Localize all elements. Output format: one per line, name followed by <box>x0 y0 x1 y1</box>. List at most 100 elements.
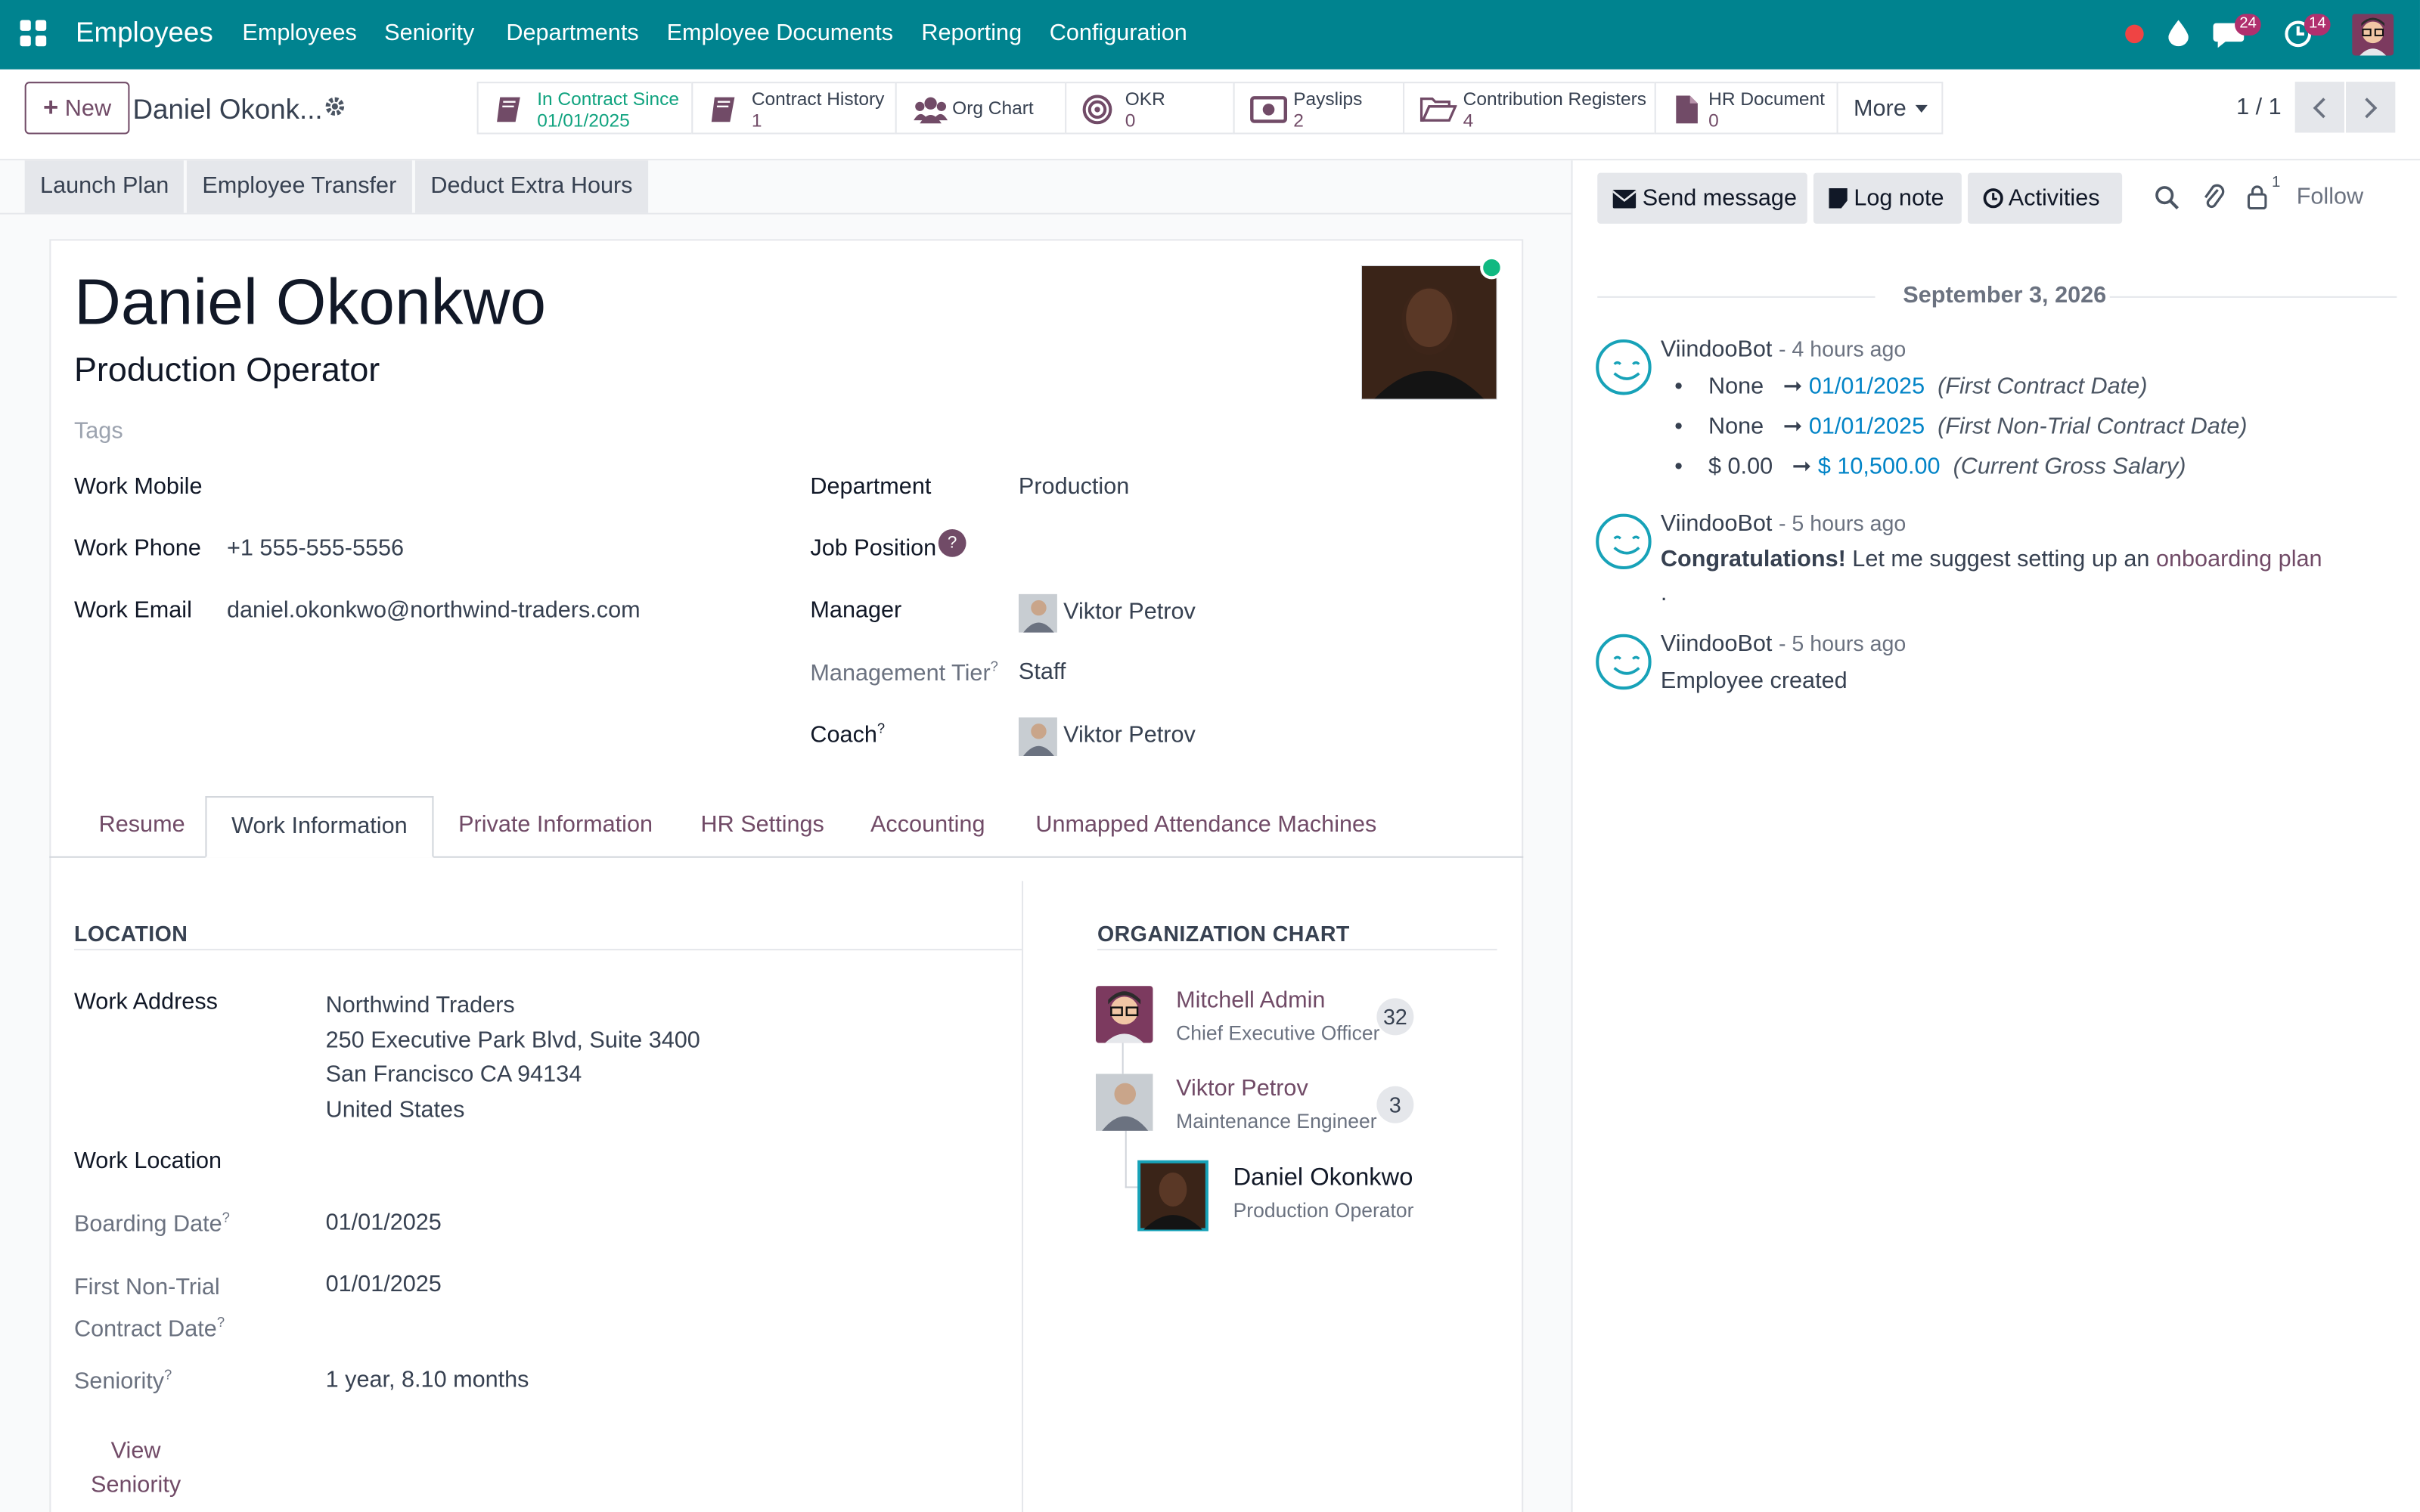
in-contract-value: 01/01/2025 <box>537 109 630 132</box>
menu-employee-documents[interactable]: Employee Documents <box>667 20 893 47</box>
bot-avatar-icon[interactable] <box>1596 339 1652 395</box>
activities-button[interactable]: Activities <box>1968 172 2123 224</box>
first-nontrial-label-line-2: Contract Date <box>73 1315 217 1343</box>
org-chart-section-title: ORGANIZATION CHART <box>1097 921 1350 947</box>
help-icon[interactable]: ? <box>938 528 966 557</box>
coach-value[interactable]: Viktor Petrov <box>1063 722 1196 748</box>
boarding-date-help[interactable]: ? <box>222 1210 230 1225</box>
org-person-name[interactable]: Viktor Petrov <box>1176 1075 1308 1101</box>
message-header: ViindooBot - 5 hours ago <box>1661 631 1906 658</box>
onboarding-plan-link[interactable]: onboarding plan <box>2156 546 2322 572</box>
stat-button-contract-history[interactable]: Contract History 1 <box>691 82 897 135</box>
subordinates-count-badge[interactable]: 32 <box>1376 998 1414 1036</box>
tab-hr-settings[interactable]: HR Settings <box>676 796 849 858</box>
changed-field: (Current Gross Salary) <box>1953 453 2186 480</box>
pager-previous-button[interactable] <box>2294 82 2344 133</box>
first-nontrial-value[interactable]: 01/01/2025 <box>326 1272 442 1298</box>
first-nontrial-label-line-1: First Non-Trial <box>73 1274 220 1301</box>
message-author[interactable]: ViindooBot <box>1661 631 1773 658</box>
department-value[interactable]: Production <box>1019 474 1129 500</box>
money-icon <box>1250 96 1288 123</box>
bot-avatar-icon[interactable] <box>1596 634 1652 690</box>
first-nontrial-label: First Non-Trial Contract Date? <box>74 1272 225 1347</box>
viktor-petrov-avatar[interactable] <box>1095 1074 1153 1131</box>
work-email-label: Work Email <box>73 596 192 624</box>
new-value: $ 10,500.00 <box>1817 453 1941 480</box>
send-message-button[interactable]: Send message <box>1597 172 1807 224</box>
envelope-icon <box>1612 190 1637 209</box>
boarding-date-value[interactable]: 01/01/2025 <box>326 1210 442 1236</box>
message-tail: . <box>1660 580 1668 607</box>
coach-help[interactable]: ? <box>877 720 885 736</box>
stat-button-org-chart[interactable]: Org Chart <box>895 82 1067 135</box>
menu-departments[interactable]: Departments <box>506 20 638 47</box>
menu-reporting[interactable]: Reporting <box>921 20 1022 47</box>
changed-field: (First Non-Trial Contract Date) <box>1938 413 2248 440</box>
more-dropdown[interactable]: More <box>1836 82 1944 135</box>
org-connector <box>1122 1043 1124 1074</box>
tags-input[interactable]: Tags <box>74 418 123 445</box>
manager-value[interactable]: Viktor Petrov <box>1063 599 1196 625</box>
org-person-name[interactable]: Mitchell Admin <box>1176 987 1325 1014</box>
work-phone-value[interactable]: +1 555-555-5556 <box>227 535 404 562</box>
apps-grid-icon[interactable] <box>20 20 48 48</box>
employee-photo[interactable] <box>1360 265 1497 400</box>
paperclip-icon[interactable] <box>2202 184 2226 212</box>
user-avatar-icon[interactable] <box>2352 14 2394 56</box>
tab-resume[interactable]: Resume <box>74 796 209 858</box>
view-seniority-button[interactable]: View Seniority <box>74 1435 197 1503</box>
stat-button-payslips[interactable]: Payslips 2 <box>1233 82 1405 135</box>
bot-avatar-icon[interactable] <box>1596 513 1652 570</box>
tab-work-information[interactable]: Work Information <box>205 796 434 858</box>
lock-icon[interactable] <box>2247 184 2267 210</box>
employee-transfer-button[interactable]: Employee Transfer <box>186 160 412 213</box>
drop-icon[interactable] <box>2168 20 2189 47</box>
tab-unmapped-attendance-machines[interactable]: Unmapped Attendance Machines <box>1011 796 1401 858</box>
pager-value[interactable]: 1 / 1 <box>2236 94 2282 120</box>
stat-button-in-contract[interactable]: In Contract Since 01/01/2025 <box>476 82 693 135</box>
coach-label-text: Coach <box>810 722 877 748</box>
menu-seniority[interactable]: Seniority <box>384 20 474 47</box>
management-tier-help[interactable]: ? <box>991 658 998 674</box>
gear-icon[interactable] <box>324 96 346 118</box>
stat-button-okr[interactable]: OKR 0 <box>1065 82 1235 135</box>
stat-button-hr-document[interactable]: HR Document 0 <box>1654 82 1838 135</box>
top-navbar: Employees Employees Seniority Department… <box>0 0 2420 70</box>
subordinates-count-badge[interactable]: 3 <box>1376 1086 1414 1123</box>
message-author[interactable]: ViindooBot <box>1661 336 1773 363</box>
app-title[interactable]: Employees <box>76 17 213 49</box>
follow-button[interactable]: Follow <box>2297 184 2363 210</box>
hr-document-label: HR Document <box>1708 88 1825 110</box>
tracking-change: • None ➞ 01/01/2025 (First Non-Trial Con… <box>1674 413 2248 440</box>
okr-value: 0 <box>1125 109 1136 132</box>
deduct-extra-hours-button[interactable]: Deduct Extra Hours <box>414 160 648 213</box>
tracking-change: • None ➞ 01/01/2025 (First Contract Date… <box>1674 373 2148 400</box>
tab-accounting[interactable]: Accounting <box>845 796 1010 858</box>
message-author[interactable]: ViindooBot <box>1661 511 1773 538</box>
log-note-button[interactable]: Log note <box>1813 172 1962 224</box>
menu-configuration[interactable]: Configuration <box>1050 20 1187 47</box>
message-time: - 5 hours ago <box>1778 631 1907 656</box>
work-email-value[interactable]: daniel.okonkwo@northwind-traders.com <box>227 597 641 624</box>
employee-name[interactable]: Daniel Okonkwo <box>74 265 546 339</box>
new-value: 01/01/2025 <box>1808 373 1925 400</box>
new-button[interactable]: + New <box>24 82 130 135</box>
job-title[interactable]: Production Operator <box>74 350 380 390</box>
okr-label: OKR <box>1125 88 1165 110</box>
menu-employees[interactable]: Employees <box>242 20 356 47</box>
message-bold-text: Congratulations! <box>1660 546 1846 573</box>
tab-private-information[interactable]: Private Information <box>433 796 677 858</box>
pager-next-button[interactable] <box>2346 82 2396 133</box>
launch-plan-button[interactable]: Launch Plan <box>24 160 185 213</box>
mitchell-admin-avatar[interactable] <box>1095 986 1153 1043</box>
stat-button-contribution-registers[interactable]: Contribution Registers 4 <box>1403 82 1656 135</box>
work-location-label: Work Location <box>73 1148 222 1175</box>
seniority-help[interactable]: ? <box>164 1367 172 1382</box>
management-tier-label-text: Management Tier <box>810 660 991 687</box>
search-icon[interactable] <box>2155 185 2180 210</box>
work-address-value[interactable]: Northwind Traders 250 Executive Park Blv… <box>326 989 700 1128</box>
recording-dot-icon[interactable] <box>2125 24 2144 44</box>
management-tier-value[interactable]: Staff <box>1019 658 1066 685</box>
message-header: ViindooBot - 4 hours ago <box>1661 336 1906 363</box>
first-nontrial-help[interactable]: ? <box>217 1315 225 1330</box>
